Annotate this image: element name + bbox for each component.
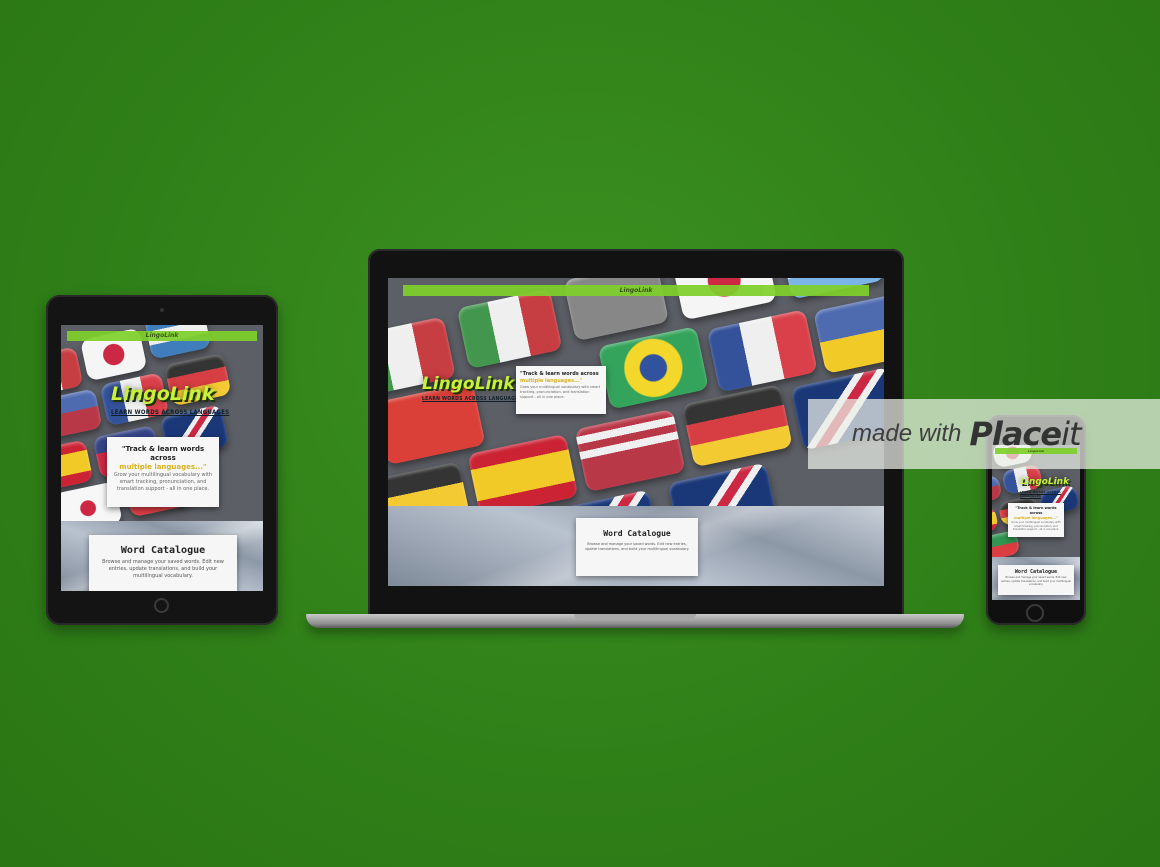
laptop-base	[306, 614, 964, 628]
site-tagline: LEARN WORDS ACROSS LANGUAGES	[422, 396, 523, 402]
tablet-screen: LingoLink LingoLink LEARN WORDS ACROSS L…	[61, 325, 263, 591]
card-description: Browse and manage your saved words. Edit…	[584, 542, 690, 551]
card-title: Word Catalogue	[1014, 569, 1058, 575]
laptop-notch	[574, 614, 696, 619]
home-button	[154, 598, 169, 613]
quote-box: "Track & learn words across multiple lan…	[1008, 503, 1064, 537]
site-tagline: LEARN WORDS ACROSS LANGUAGES	[111, 409, 230, 416]
quote-description: Grow your multilingual vocabulary with s…	[520, 385, 601, 399]
quote-description: Grow your multilingual vocabulary with s…	[113, 472, 213, 492]
card-description: Browse and manage your saved words. Edit…	[102, 559, 224, 579]
site-logo: LingoLink	[111, 383, 215, 405]
catalogue-section: Word Catalogue Browse and manage your sa…	[992, 557, 1080, 600]
placeit-watermark: made with Placeit	[808, 399, 1160, 469]
quote-box: "Track & learn words across multiple lan…	[516, 366, 606, 414]
card-title: Word Catalogue	[120, 545, 206, 556]
quote-description: Grow your multilingual vocabulary with s…	[1011, 521, 1061, 531]
quote-line-2: multiple languages..."	[520, 378, 583, 384]
word-catalogue-card[interactable]: Word Catalogue Browse and manage your sa…	[576, 518, 698, 576]
home-button	[1026, 604, 1044, 622]
nav-bar: LingoLink	[67, 330, 257, 341]
tablet-device: LingoLink LingoLink LEARN WORDS ACROSS L…	[46, 295, 278, 625]
word-catalogue-card[interactable]: Word Catalogue Browse and manage your sa…	[89, 535, 237, 591]
quote-line-2: multiple languages..."	[119, 463, 207, 471]
word-catalogue-card[interactable]: Word Catalogue Browse and manage your sa…	[998, 565, 1074, 595]
nav-bar: LingoLink	[402, 284, 870, 296]
watermark-made-with: made with	[852, 420, 962, 447]
site-logo: LingoLink	[422, 374, 515, 394]
hero-section: LingoLink LingoLink LEARN WORDS ACROSS L…	[61, 325, 263, 521]
card-title: Word Catalogue	[603, 529, 671, 538]
quote-line-1: "Track & learn words across	[1015, 506, 1057, 515]
nav-bar: LingoLink	[994, 448, 1078, 455]
quote-line-1: "Track & learn words across	[520, 371, 599, 377]
site-logo: LingoLink	[1020, 477, 1070, 487]
catalogue-section: Word Catalogue Browse and manage your sa…	[388, 506, 884, 586]
camera-dot	[160, 308, 164, 312]
watermark-brand-suffix: it	[1061, 415, 1081, 453]
watermark-brand-main: Place	[969, 415, 1062, 453]
catalogue-section: Word Catalogue Browse and manage your sa…	[61, 521, 263, 591]
quote-box: "Track & learn words across multiple lan…	[107, 437, 219, 507]
watermark-brand: Placeit	[969, 415, 1081, 453]
quote-line-1: "Track & learn words across	[121, 445, 205, 462]
hero-section: LingoLink LingoLink LEARN WORDS ACROSS L…	[388, 278, 884, 506]
site-tagline: LEARN WORDS ACROSS LANGUAGES	[1020, 490, 1061, 498]
card-description: Browse and manage your saved words. Edit…	[1001, 576, 1071, 586]
